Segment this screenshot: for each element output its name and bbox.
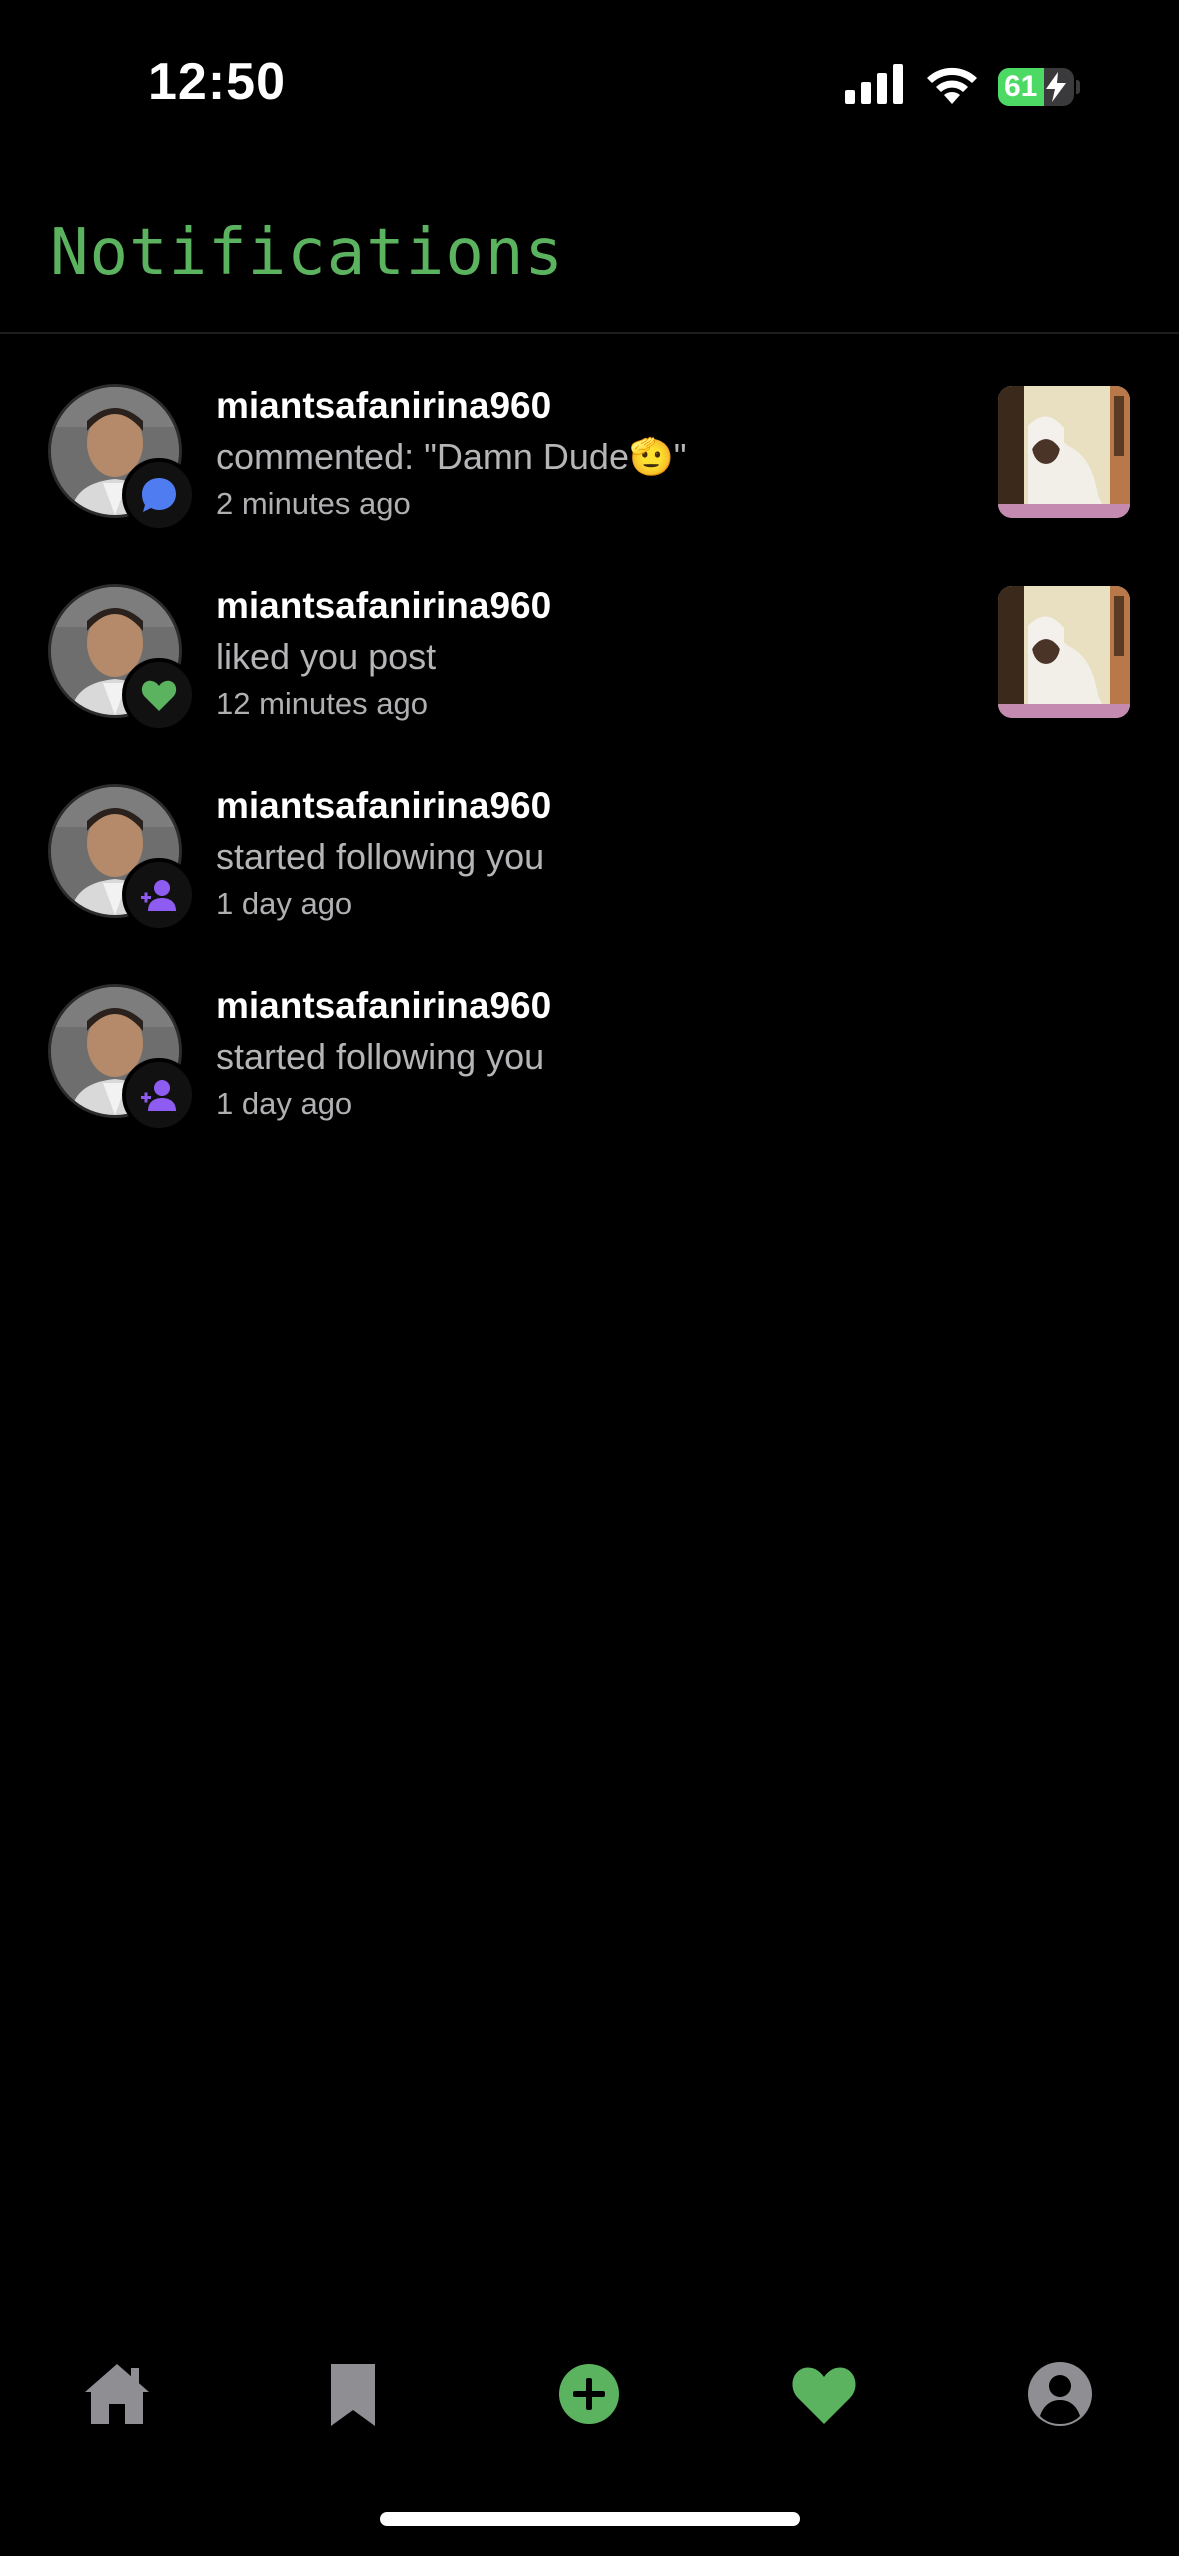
charging-bolt-icon <box>1046 72 1066 102</box>
notification-action: started following you <box>216 836 545 877</box>
notification-list: miantsafanirina960 commented: "Damn Dude… <box>0 380 1179 1180</box>
tab-create-post[interactable] <box>549 2354 629 2434</box>
post-thumbnail[interactable] <box>998 586 1130 718</box>
add-person-icon <box>141 880 176 911</box>
notification-username[interactable]: miantsafanirina960 <box>216 784 956 828</box>
notification-username[interactable]: miantsafanirina960 <box>216 984 956 1028</box>
header-divider <box>0 332 1179 334</box>
notification-item[interactable]: miantsafanirina960 commented: "Damn Dude… <box>0 380 1179 580</box>
battery-indicator: 61 <box>998 68 1080 106</box>
comment-bubble-icon <box>142 478 176 512</box>
notification-time: 1 day ago <box>216 1086 353 1121</box>
post-thumbnail[interactable] <box>998 386 1130 518</box>
page-title: Notifications <box>50 216 564 290</box>
tab-bookmarks[interactable] <box>313 2354 393 2434</box>
cellular-signal-icon <box>845 64 903 104</box>
notification-item[interactable]: miantsafanirina960 started following you… <box>0 980 1179 1180</box>
add-post-icon <box>559 2364 619 2424</box>
comment-badge <box>122 458 196 532</box>
tab-bar <box>0 2340 1179 2450</box>
notification-item[interactable]: miantsafanirina960 started following you… <box>0 780 1179 980</box>
follow-badge <box>122 858 196 932</box>
notification-time: 2 minutes ago <box>216 486 411 521</box>
heart-icon <box>141 680 177 711</box>
heart-icon <box>792 2367 856 2424</box>
tab-home[interactable] <box>77 2354 157 2434</box>
battery-level-text: 61 <box>1004 70 1038 103</box>
notification-action: commented: "Damn Dude🫡" <box>216 436 687 477</box>
status-bar: 12:50 61 <box>0 0 1179 150</box>
home-icon <box>85 2364 149 2424</box>
profile-icon <box>1028 2362 1092 2426</box>
wifi-icon <box>927 67 977 104</box>
bookmark-icon <box>331 2364 375 2426</box>
add-person-icon <box>141 1080 176 1111</box>
notification-username[interactable]: miantsafanirina960 <box>216 384 956 428</box>
tab-profile[interactable] <box>1020 2354 1100 2434</box>
follow-badge <box>122 1058 196 1132</box>
notification-action: started following you <box>216 1036 545 1077</box>
home-indicator[interactable] <box>380 2512 800 2526</box>
status-time: 12:50 <box>148 53 286 111</box>
notification-username[interactable]: miantsafanirina960 <box>216 584 956 628</box>
notification-action: liked you post <box>216 636 437 677</box>
notification-time: 1 day ago <box>216 886 353 921</box>
notification-time: 12 minutes ago <box>216 686 428 721</box>
tab-notifications[interactable] <box>784 2354 864 2434</box>
like-badge <box>122 658 196 732</box>
notification-item[interactable]: miantsafanirina960 liked you post 12 min… <box>0 580 1179 780</box>
